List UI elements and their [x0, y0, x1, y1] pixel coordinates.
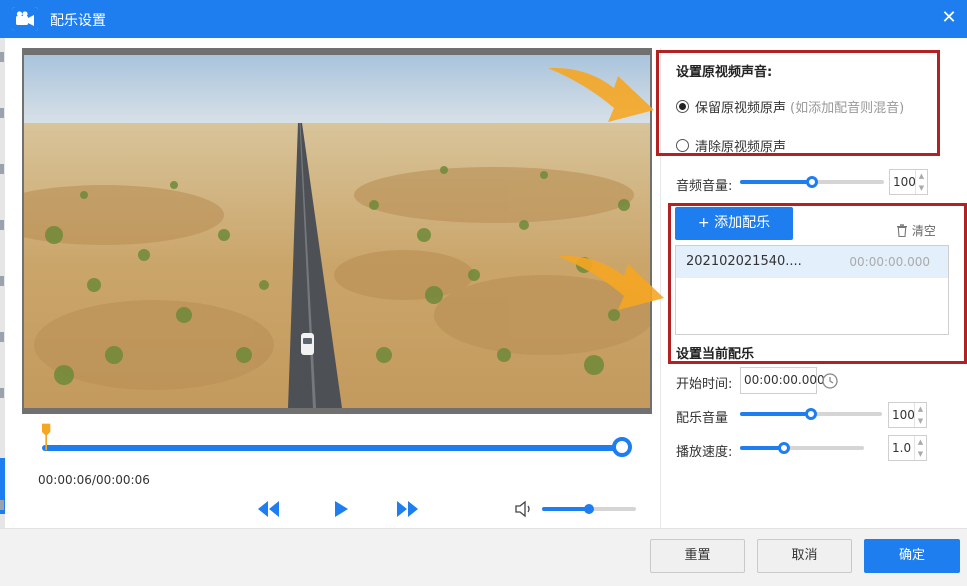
playback-speed-label: 播放速度: — [676, 445, 733, 460]
start-time-input[interactable]: 00:00:00.000 — [740, 367, 825, 394]
cancel-button[interactable]: 取消 — [757, 539, 852, 573]
slider-fill — [740, 412, 811, 416]
volume-icon[interactable] — [514, 500, 534, 518]
window-title: 配乐设置 — [50, 13, 106, 29]
strip-mark — [0, 52, 4, 62]
strip-mark — [0, 164, 4, 174]
playback-speed-slider[interactable] — [740, 442, 864, 454]
timeline-playhead[interactable] — [612, 437, 632, 457]
reset-button[interactable]: 重置 — [650, 539, 745, 573]
trash-icon — [897, 224, 907, 238]
fast-forward-icon[interactable] — [394, 498, 420, 520]
list-item[interactable]: 202102021540.... 00:00:00.000 — [676, 246, 948, 278]
timeline-slider[interactable] — [42, 423, 632, 457]
spinner-value: 100 — [892, 408, 915, 422]
music-duration: 00:00:00.000 — [849, 255, 930, 269]
clock-icon[interactable] — [821, 372, 839, 390]
playback-speed-spinner[interactable]: 1.0 ▲ ▼ — [888, 435, 927, 461]
arrow-pointer-icon — [558, 255, 664, 310]
clear-music-label: 清空 — [911, 224, 936, 238]
clear-music-button[interactable]: 清空 — [896, 222, 936, 239]
player-volume-knob[interactable] — [584, 504, 594, 514]
music-list[interactable]: 202102021540.... 00:00:00.000 — [675, 245, 949, 335]
strip-mark — [0, 276, 4, 286]
player-volume-slider[interactable] — [542, 504, 636, 514]
music-volume-slider[interactable] — [740, 408, 882, 420]
strip-mark — [0, 108, 4, 118]
radio-keep-original[interactable]: 保留原视频原声 (如添加配音则混音) — [676, 97, 904, 116]
spinner-value: 1.0 — [892, 441, 912, 455]
player-volume-fill — [542, 507, 589, 511]
slider-knob[interactable] — [806, 176, 818, 188]
slider-fill — [740, 180, 812, 184]
title-bar: 配乐设置 ✕ — [0, 0, 967, 38]
start-marker-icon[interactable] — [42, 422, 52, 452]
radio-label: 清除原视频原声 — [695, 140, 787, 155]
strip-mark — [0, 220, 4, 230]
close-icon[interactable]: ✕ — [937, 6, 961, 30]
strip-mark — [0, 332, 4, 342]
timeline-track[interactable] — [42, 445, 626, 451]
music-name: 202102021540.... — [686, 254, 802, 269]
start-time-label: 开始时间: — [676, 377, 733, 392]
radio-hint: (如添加配音则混音) — [790, 101, 905, 116]
spinner-arrows-icon[interactable]: ▲ ▼ — [914, 403, 926, 427]
spinner-arrows-icon[interactable]: ▲ ▼ — [915, 170, 927, 194]
playback-timecode: 00:00:06/00:00:06 — [38, 473, 150, 487]
radio-button[interactable] — [676, 100, 689, 113]
add-music-button[interactable]: + 添加配乐 — [675, 207, 793, 240]
audio-volume-label: 音频音量: — [676, 179, 733, 194]
radio-button[interactable] — [676, 139, 689, 152]
audio-volume-slider[interactable] — [740, 176, 884, 188]
dialog-window: 配乐设置 ✕ 00:00:06/00:00:06 设置原视频声音: 保留原视频原… — [0, 0, 967, 586]
strip-mark — [0, 388, 4, 398]
rewind-icon[interactable] — [256, 498, 282, 520]
strip-mark — [0, 500, 4, 510]
video-camera-icon — [12, 7, 38, 31]
slider-knob[interactable] — [805, 408, 817, 420]
spinner-arrows-icon[interactable]: ▲ ▼ — [914, 436, 926, 460]
radio-label: 保留原视频原声 — [695, 101, 787, 116]
arrow-pointer-icon — [548, 67, 654, 122]
background-window-strip — [0, 38, 5, 586]
original-audio-heading: 设置原视频声音: — [676, 65, 773, 80]
play-icon[interactable] — [328, 498, 354, 520]
spinner-value: 100 — [893, 175, 916, 189]
current-music-heading: 设置当前配乐 — [676, 347, 755, 362]
music-volume-spinner[interactable]: 100 ▲ ▼ — [888, 402, 927, 428]
radio-clear-original[interactable]: 清除原视频原声 — [676, 136, 786, 155]
slider-knob[interactable] — [778, 442, 790, 454]
audio-volume-spinner[interactable]: 100 ▲ ▼ — [889, 169, 928, 195]
ok-button[interactable]: 确定 — [864, 539, 960, 573]
music-volume-label: 配乐音量 — [676, 411, 729, 426]
